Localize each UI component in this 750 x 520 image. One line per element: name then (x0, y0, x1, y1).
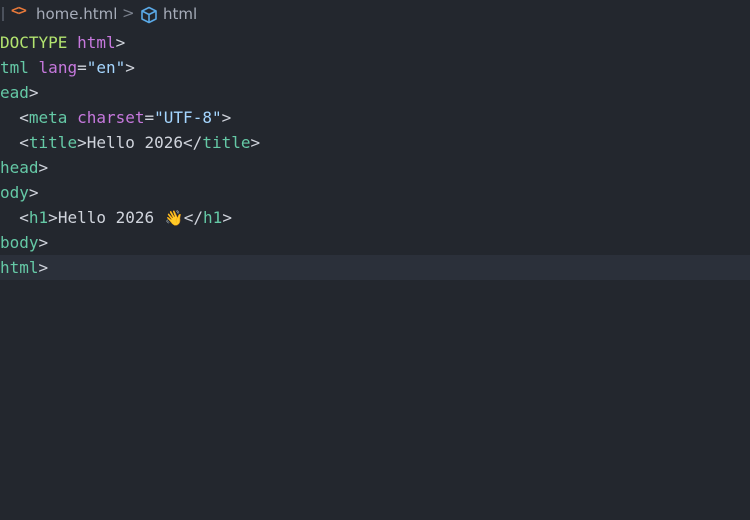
code-editor[interactable]: <> home.html > html DOCTYPE html> tml la… (0, 0, 750, 520)
tag-open-bracket: < (19, 208, 29, 227)
doctype-value: html (77, 33, 116, 52)
text-content: Hello 2026 (57, 208, 164, 227)
tag-name: head (0, 158, 39, 177)
tag-close-bracket: > (38, 158, 49, 177)
tag-name: title (202, 133, 251, 152)
attribute-value: "UTF-8" (154, 108, 222, 127)
tag-name: html (0, 258, 39, 277)
attribute-name: charset (77, 108, 145, 127)
equals-sign: = (77, 58, 87, 77)
tag-close-bracket: > (38, 233, 49, 252)
tag-close-bracket: > (250, 133, 261, 152)
closing-tag-open-bracket: </ (183, 208, 204, 227)
tag-close-bracket: > (38, 258, 49, 277)
code-line-10-current[interactable]: html> (0, 255, 750, 280)
code-line-7[interactable]: ody> (0, 180, 750, 205)
breadcrumb-file[interactable]: home.html (36, 5, 117, 23)
tag-close-bracket: > (221, 108, 232, 127)
tag-close-bracket: > (28, 183, 39, 202)
cube-icon (141, 6, 157, 24)
code-area[interactable]: DOCTYPE html> tml lang="en"> ead> <meta … (0, 30, 750, 280)
tag-name: ody (0, 183, 29, 202)
tag-name: title (28, 133, 78, 152)
tag-name: tml (0, 58, 29, 77)
code-line-9[interactable]: body> (0, 230, 750, 255)
equals-sign: = (144, 108, 155, 127)
attribute-value: "en" (86, 58, 126, 77)
waving-hand-icon: 👋 (164, 209, 184, 227)
text-content: Hello 2026 (86, 133, 184, 152)
code-line-6[interactable]: head> (0, 155, 750, 180)
html-file-icon: <> (11, 3, 27, 19)
code-line-4[interactable]: <meta charset="UTF-8"> (0, 105, 750, 130)
code-line-5[interactable]: <title>Hello 2026</title> (0, 130, 750, 155)
tag-open-bracket: < (19, 133, 29, 152)
breadcrumb-symbol[interactable]: html (163, 5, 197, 23)
tag-close-bracket: > (77, 133, 87, 152)
breadcrumb-edge (2, 7, 4, 21)
closing-tag-open-bracket: </ (183, 133, 203, 152)
attribute-name: lang (38, 58, 78, 77)
tag-open-bracket: < (19, 108, 29, 127)
tag-name: body (0, 233, 39, 252)
tag-close-bracket: > (28, 83, 39, 102)
code-line-8[interactable]: <h1>Hello 2026 👋</h1> (0, 205, 750, 230)
breadcrumb-separator: > (122, 4, 135, 22)
code-line-1[interactable]: DOCTYPE html> (0, 30, 750, 55)
tag-name: ead (0, 83, 29, 102)
tag-close-bracket: > (48, 208, 58, 227)
doctype-keyword: DOCTYPE (0, 33, 68, 52)
code-line-2[interactable]: tml lang="en"> (0, 55, 750, 80)
breadcrumb: <> home.html > html (0, 0, 750, 30)
tag-name: h1 (203, 208, 223, 227)
tag-close-bracket: > (115, 33, 126, 52)
tag-name: h1 (28, 208, 49, 227)
tag-name: meta (28, 108, 68, 127)
tag-close-bracket: > (125, 58, 135, 77)
tag-close-bracket: > (222, 208, 232, 227)
code-line-3[interactable]: ead> (0, 80, 750, 105)
